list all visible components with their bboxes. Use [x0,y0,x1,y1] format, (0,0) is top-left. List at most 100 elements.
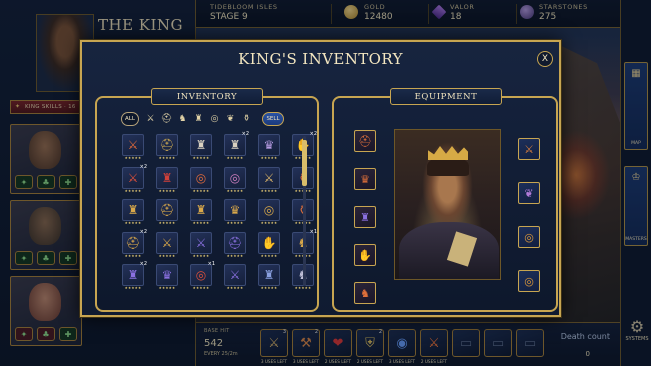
item-stars: ★★★★★ [124,286,142,290]
item-stars: ★★★★★ [260,253,278,258]
equipment-panel: EQUIPMENT ⛑ ♛ ♜ ✋ ♞ ⚔ ❦ ◎ ◎ [332,88,558,312]
equipment-slot[interactable]: ♛ [354,168,376,190]
inventory-modal: KING'S INVENTORY X INVENTORY ALL ⚔ ⛑ ♞ ♜ ◎ ❦ ⚱… [80,40,561,317]
item-quantity: ×2 [139,163,147,170]
equipment-header: EQUIPMENT [371,88,521,105]
inventory-header: INVENTORY [132,88,282,105]
sell-button[interactable]: SELL [262,112,284,126]
inventory-slot[interactable]: ⚔ ★★★★★ [190,231,212,258]
ring-icon[interactable]: ◎ [207,112,222,126]
inventory-slot[interactable]: ♛ ★★★★★ [258,134,280,160]
inventory-slot[interactable]: ♛ ★★★★★ [224,199,246,225]
armor-icon: ♜ [195,203,207,217]
armor-icon: ♜ [263,268,275,282]
inventory-slot[interactable]: ♜ ★★★★★ [258,264,280,290]
equipment-slot[interactable]: ◎ [518,270,540,292]
inventory-slot[interactable]: ⚔ ★★★★★ [122,134,144,160]
item-stars: ★★★★★ [124,253,142,258]
potion-icon[interactable]: ⚱ [239,112,254,126]
inventory-slot[interactable]: ⚔ ★★★★★ [156,231,178,258]
inventory-panel: INVENTORY ALL ⚔ ⛑ ♞ ♜ ◎ ❦ ⚱ SELL ⚔ ★★★★★ ⛑ ★★★★★ ♜… [95,88,319,312]
item-stars: ★★★★★ [260,188,278,193]
item-stars: ★★★★★ [294,286,312,290]
armor-icon: ♜ [127,268,139,282]
item-stars: ★★★★★ [124,156,142,160]
boots-icon[interactable]: ♞ [175,112,190,126]
item-quantity: ×2 [139,228,147,235]
sword-icon[interactable]: ⚔ [143,112,158,126]
inventory-slot[interactable]: ⛑ ★★★★★ [156,199,178,225]
ring-icon: ◎ [229,170,241,185]
sword-icon: ⚔ [524,142,534,156]
scrollbar-thumb[interactable] [302,140,307,186]
sword-icon: ⚔ [195,235,207,250]
inventory-slot[interactable]: ⚔ ★★★★★ [224,264,246,290]
equipment-slot[interactable]: ✋ [354,244,376,266]
helmet-icon: ⛑ [159,203,175,217]
sword-icon: ⚔ [127,138,139,152]
inventory-slot[interactable]: ⛑ ×2 ★★★★★ [122,228,147,258]
item-stars: ★★★★★ [226,156,244,160]
inventory-slot[interactable]: ♜ ×2 ★★★★★ [224,131,249,160]
amulet-icon[interactable]: ❦ [223,112,238,126]
inventory-slot[interactable]: ♜ ★★★★★ [190,134,212,160]
chestplate-icon: ♛ [229,203,241,217]
inventory-filters: ALL ⚔ ⛑ ♞ ♜ ◎ ❦ ⚱ SELL [121,112,284,126]
inventory-slot[interactable]: ♜ ★★★★★ [190,199,212,225]
inventory-slot[interactable]: ◎ ★★★★★ [258,199,280,225]
inventory-slot[interactable]: ⛑ ★★★★★ [156,134,178,160]
inventory-slot[interactable]: ♜ ★★★★★ [156,166,178,193]
inventory-slot[interactable]: ⛑ ★★★★★ [224,231,246,258]
chestplate-icon: ♛ [263,138,275,152]
filter-all-button[interactable]: ALL [121,112,139,126]
inventory-slot[interactable]: ◎ ★★★★★ [224,166,246,193]
inventory-slot[interactable]: ◎ ★★★★★ [190,166,212,193]
equipment-slot[interactable]: ♜ [354,206,376,228]
item-stars: ★★★★★ [192,156,210,160]
gauntlet-icon: ✋ [358,248,372,262]
gauntlet-icon: ✋ [261,235,277,250]
close-button[interactable]: X [537,51,553,67]
inventory-grid: ⚔★★★★★⛑★★★★★♜★★★★★♜×2★★★★★♛★★★★★✋×2★★★★★… [122,131,317,290]
ring-icon: ◎ [524,230,534,244]
inventory-slot[interactable]: ◎ ×1 ★★★★★ [190,261,215,290]
modal-title: KING'S INVENTORY [238,50,403,68]
equipment-slot[interactable]: ⚔ [518,138,540,160]
item-quantity: ×1 [207,261,215,267]
item-stars: ★★★★★ [158,221,176,225]
ring-icon: ◎ [195,170,207,185]
armor-icon[interactable]: ♜ [191,112,206,126]
equipment-slot[interactable]: ❦ [518,182,540,204]
item-stars: ★★★★★ [124,221,142,225]
item-quantity: ×2 [241,131,249,137]
equipment-slot[interactable]: ⛑ [354,130,376,152]
armor-icon: ♜ [161,170,173,185]
inventory-scrollbar[interactable] [302,136,307,286]
inventory-slot[interactable]: ⚔ ×2 ★★★★★ [122,163,147,193]
item-stars: ★★★★★ [226,221,244,225]
inventory-slot[interactable]: ♜ ×2 ★★★★★ [122,261,147,290]
item-stars: ★★★★★ [192,221,210,225]
helmet-icon[interactable]: ⛑ [159,112,174,126]
king-portrait [394,129,501,280]
inventory-slot[interactable]: ✋ ★★★★★ [258,231,280,258]
item-stars: ★★★★★ [192,188,210,193]
boots-icon: ♞ [360,286,370,300]
helmet-icon: ⛑ [159,138,175,152]
helmet-icon: ⛑ [125,235,141,250]
chestplate-icon: ♛ [161,268,173,282]
crown-icon [428,146,468,160]
inventory-slot[interactable]: ♜ ★★★★★ [122,199,144,225]
ring-icon: ◎ [263,203,275,217]
item-quantity: ×1 [309,228,317,235]
sword-icon: ⚔ [127,170,139,185]
inventory-slot[interactable]: ⚔ ★★★★★ [258,166,280,193]
equipment-slot[interactable]: ◎ [518,226,540,248]
equipment-slot[interactable]: ♞ [354,282,376,304]
helmet-icon: ⛑ [227,235,243,250]
filter-icon-group: ⚔ ⛑ ♞ ♜ ◎ ❦ ⚱ [143,112,254,126]
sword-icon: ⚔ [263,170,275,185]
armor-icon: ♜ [360,210,370,224]
inventory-slot[interactable]: ♛ ★★★★★ [156,264,178,290]
item-quantity: ×2 [139,261,147,267]
